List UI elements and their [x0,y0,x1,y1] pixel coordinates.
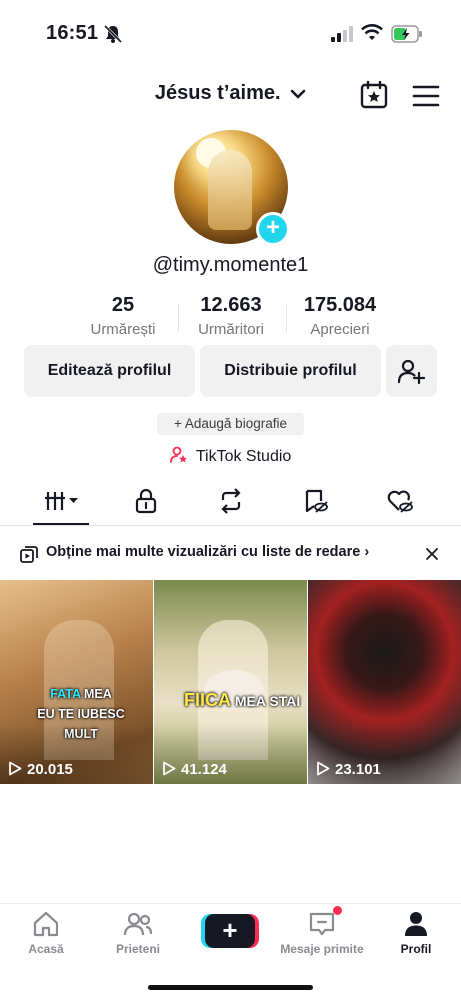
repost-icon [221,488,241,514]
status-bar: 16:51 [0,0,461,68]
caption-text: MEA [80,687,112,701]
profile-tabs [0,482,461,526]
notification-dot [333,906,342,915]
caption-highlight: FIICA [184,690,231,710]
inbox-icon [309,912,335,936]
caption-highlight: FATA [50,687,81,701]
tab-favorites[interactable] [296,488,336,516]
header-title: Jésus t’aime. [154,82,281,104]
battery-charging-icon [391,25,422,43]
playlist-banner[interactable]: Obține mai multe vizualizări cu liste de… [0,530,461,578]
stat-followers[interactable]: 12.663 Urmăritori [184,294,278,338]
chevron-right-icon: › [364,544,370,560]
menu-icon[interactable] [412,84,440,108]
divider [286,304,287,332]
grid-filter-icon [45,492,78,510]
share-profile-button[interactable]: Distribuie profilul [200,345,381,397]
home-indicator [148,985,313,990]
tab-private[interactable] [126,488,166,516]
view-count-value: 20.015 [27,761,73,778]
plus-icon: + [222,915,238,945]
play-icon [163,761,176,776]
add-bio-button[interactable]: + Adaugă biografie [157,413,304,435]
nav-inbox-label: Mesaje primite [280,942,364,956]
active-tab-indicator [33,523,89,525]
tiktok-studio-link[interactable]: TikTok Studio [0,446,461,466]
banner-text: Obține mai multe vizualizări cu liste de… [46,544,369,560]
video-grid: FATA MEA EU TE IUBESC MULT 20.015 FIICA … [0,580,461,784]
add-friend-button[interactable] [386,345,437,397]
caption-text: MEA STAI [231,693,301,709]
nav-profile-label: Profil [400,942,432,956]
play-icon [317,761,330,776]
creator-star-icon [169,446,187,463]
stat-value: 12.663 [200,294,262,316]
stat-value: 175.084 [303,294,377,316]
signal-icon [331,26,353,42]
view-count: 41.124 [162,761,227,778]
stat-label: Urmăritori [198,321,264,338]
bell-muted-icon [103,24,123,44]
view-count-value: 41.124 [181,761,227,778]
avatar-figure [208,150,252,230]
video-thumbnail[interactable]: FATA MEA EU TE IUBESC MULT 20.015 [0,580,153,784]
nav-home[interactable]: Acasă [0,910,92,956]
tab-reposts[interactable] [211,488,251,516]
tab-videos[interactable] [40,488,84,516]
add-photo-button[interactable]: + [256,212,290,246]
play-icon [9,761,22,776]
stat-following[interactable]: 25 Urmărești [78,294,168,338]
lock-icon [135,488,157,514]
tab-liked[interactable] [380,488,420,516]
home-icon [33,911,59,937]
stat-label: Aprecieri [310,321,370,338]
stat-likes[interactable]: 175.084 Aprecieri [290,294,390,338]
username: @timy.momente1 [152,254,309,276]
divider [178,304,179,332]
bookmark-hidden-icon [305,489,328,513]
status-time: 16:51 [46,22,99,44]
video-caption: FIICA MEA STAI [184,690,300,711]
chevron-down-icon [290,89,306,99]
banner-text-label: Obține mai multe vizualizări cu liste de… [46,544,361,560]
create-button[interactable]: + [205,914,255,948]
nav-friends[interactable]: Prieteni [92,910,184,956]
video-thumbnail[interactable]: 23.101 [308,580,461,784]
playlist-icon [20,546,38,563]
view-count: 20.015 [8,761,73,778]
studio-label: TikTok Studio [195,448,292,465]
nav-inbox[interactable]: Mesaje primite [276,910,368,956]
profile-icon [405,912,427,936]
edit-profile-button[interactable]: Editează profilul [24,345,195,397]
wifi-icon [361,24,383,40]
nav-home-label: Acasă [28,942,64,956]
profile-account-switcher[interactable]: Jésus t’aime. [0,82,461,105]
nav-friends-label: Prieteni [115,942,160,956]
nav-profile[interactable]: Profil [370,910,461,956]
friends-icon [123,912,153,936]
stat-label: Urmărești [90,321,156,338]
view-count-value: 23.101 [335,761,381,778]
heart-hidden-icon [387,490,413,513]
close-icon[interactable] [425,547,439,561]
calendar-star-icon[interactable] [359,80,389,110]
video-thumbnail[interactable]: FIICA MEA STAI 41.124 [154,580,307,784]
view-count: 23.101 [316,761,381,778]
stat-value: 25 [111,294,135,316]
add-user-icon [398,359,425,384]
